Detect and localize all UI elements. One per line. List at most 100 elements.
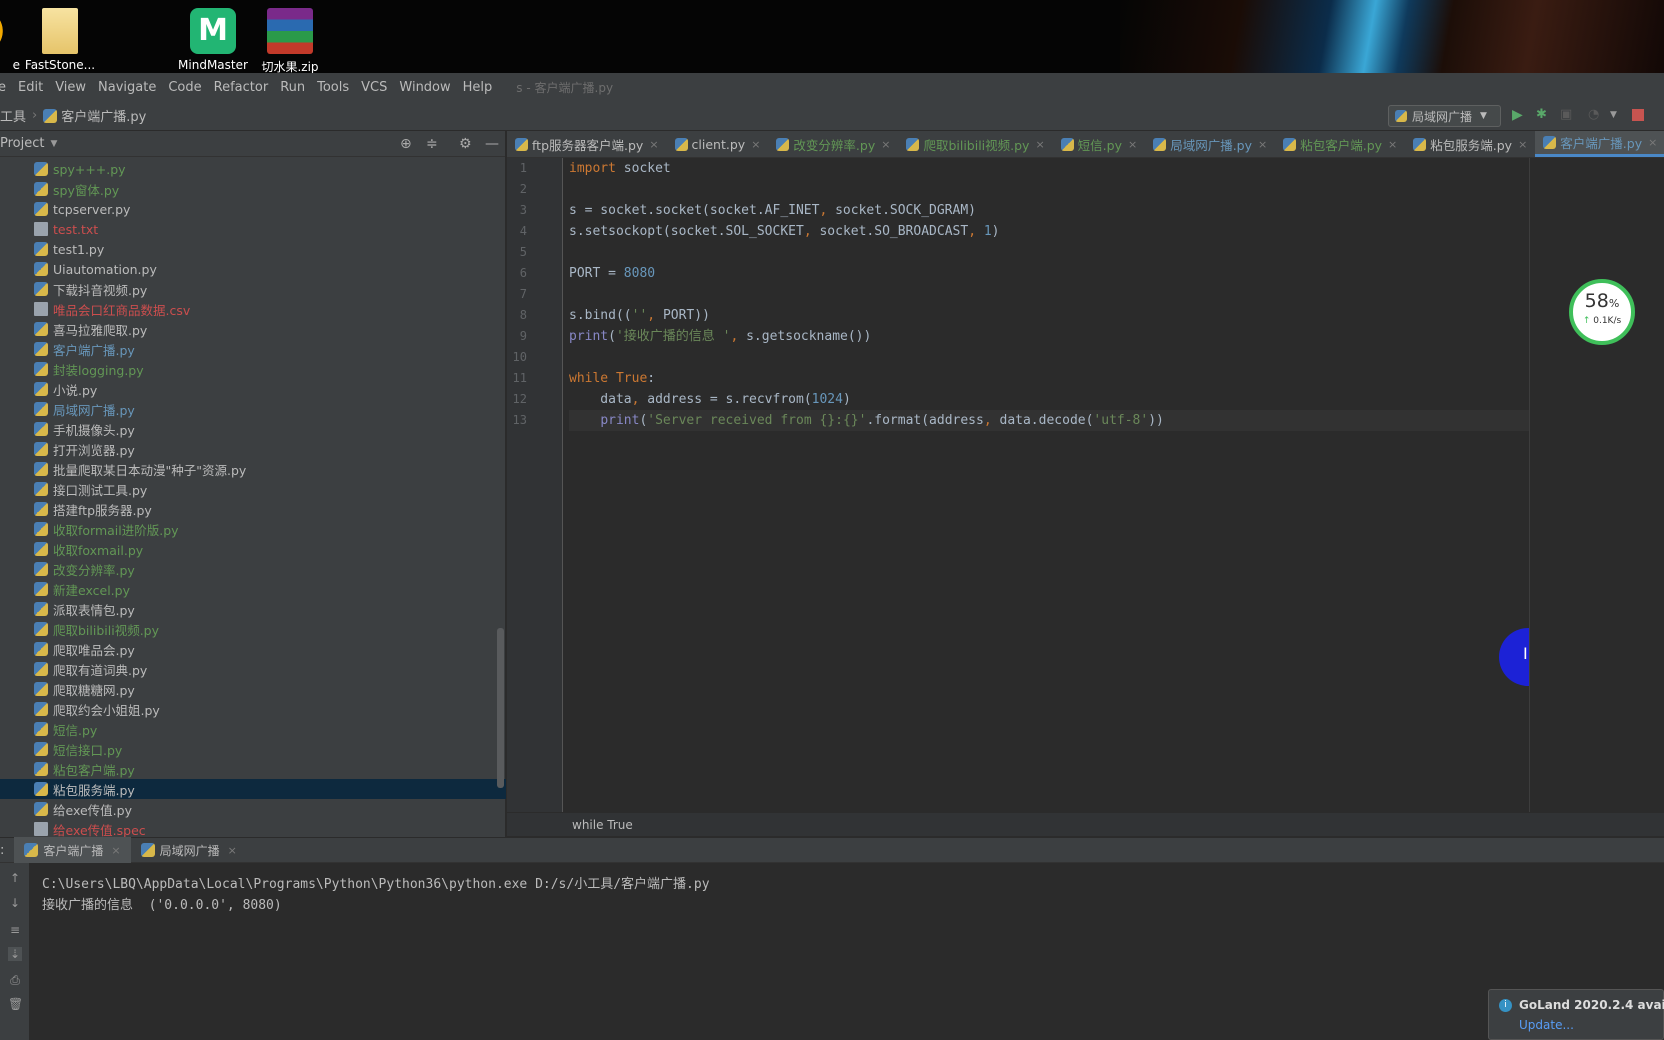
file-tree-item[interactable]: 打开浏览器.py bbox=[0, 439, 506, 459]
file-tree-item[interactable]: 爬取约会小姐姐.py bbox=[0, 699, 506, 719]
file-tree-item[interactable]: 客户端广播.py bbox=[0, 339, 506, 359]
file-tree-item[interactable]: 改变分辨率.py bbox=[0, 559, 506, 579]
breadcrumb-file[interactable]: 客户端广播.py bbox=[61, 106, 146, 125]
file-tree-item[interactable]: 爬取糖糖网.py bbox=[0, 679, 506, 699]
close-icon[interactable]: × bbox=[751, 138, 760, 151]
editor-tab[interactable]: 局域网广播.py × bbox=[1145, 131, 1275, 157]
file-tree-item[interactable]: 给exe传值.spec bbox=[0, 819, 506, 839]
more-run-options-icon[interactable]: ▼ bbox=[1610, 110, 1626, 126]
file-tree-item[interactable]: 新建excel.py bbox=[0, 579, 506, 599]
file-tree-item[interactable]: 粘包服务端.py bbox=[0, 779, 506, 799]
close-icon[interactable]: × bbox=[1648, 136, 1657, 149]
file-tree-item-label: 搭建ftp服务器.py bbox=[53, 502, 152, 518]
file-tree-item-label: test1.py bbox=[53, 241, 105, 257]
editor-tab[interactable]: 短信.py × bbox=[1053, 131, 1146, 157]
file-tree-item[interactable]: test.txt bbox=[0, 219, 506, 239]
editor-tab[interactable]: 改变分辨率.py × bbox=[768, 131, 898, 157]
scroll-to-end-icon[interactable]: ⇣ bbox=[8, 947, 22, 961]
editor-tab[interactable]: 粘包服务端.py × bbox=[1405, 131, 1535, 157]
file-tree-item[interactable]: test1.py bbox=[0, 239, 506, 259]
code-editor[interactable]: import socket s = socket.socket(socket.AF… bbox=[569, 158, 1664, 812]
run-configuration-select[interactable]: 局域网广播 ▼ bbox=[1388, 105, 1501, 127]
close-icon[interactable]: × bbox=[649, 138, 658, 151]
stop-icon[interactable] bbox=[1632, 109, 1644, 121]
file-tree-item[interactable]: 短信.py bbox=[0, 719, 506, 739]
debug-icon[interactable]: ✱ bbox=[1536, 107, 1552, 123]
file-tree-item[interactable]: 喜马拉雅爬取.py bbox=[0, 319, 506, 339]
file-tree-item[interactable]: spy+++.py bbox=[0, 159, 506, 179]
network-speed-widget[interactable]: 58% ↑ 0.1K/s bbox=[1569, 279, 1635, 345]
collapse-all-icon[interactable]: ≑ bbox=[426, 136, 438, 152]
file-tree-item[interactable]: 手机摄像头.py bbox=[0, 419, 506, 439]
menu-view[interactable]: View bbox=[49, 80, 92, 95]
print-icon[interactable]: ⎙ bbox=[8, 973, 22, 987]
profile-icon[interactable]: ◔ bbox=[1588, 107, 1604, 123]
menu-tools[interactable]: Tools bbox=[311, 80, 355, 95]
trash-icon[interactable]: 🗑 bbox=[8, 997, 23, 1011]
editor-tab[interactable]: client.py × bbox=[667, 131, 769, 157]
run-console[interactable]: C:\Users\LBQ\AppData\Local\Programs\Pyth… bbox=[30, 863, 1664, 1040]
menu-edit[interactable]: Edit bbox=[12, 80, 49, 95]
close-icon[interactable]: × bbox=[1388, 138, 1397, 151]
menu-file-fragment[interactable]: e bbox=[0, 80, 12, 95]
file-tree-item[interactable]: 批量爬取某日本动漫"种子"资源.py bbox=[0, 459, 506, 479]
file-tree-item[interactable]: 收取formail进阶版.py bbox=[0, 519, 506, 539]
close-icon[interactable]: × bbox=[1035, 138, 1044, 151]
editor-tab[interactable]: 客户端广播.py × bbox=[1535, 131, 1664, 157]
file-tree-item[interactable]: 派取表情包.py bbox=[0, 599, 506, 619]
locate-target-icon[interactable]: ⊕ bbox=[400, 136, 412, 152]
hide-panel-icon[interactable]: — bbox=[485, 136, 499, 152]
run-tab-client-broadcast[interactable]: 客户端广播 × bbox=[14, 837, 131, 863]
update-notification[interactable]: i GoLand 2020.2.4 availab Update... bbox=[1488, 989, 1664, 1040]
file-tree-item[interactable]: 搭建ftp服务器.py bbox=[0, 499, 506, 519]
file-tree-item[interactable]: 短信接口.py bbox=[0, 739, 506, 759]
menu-window[interactable]: Window bbox=[393, 80, 456, 95]
file-tree-item[interactable]: Uiautomation.py bbox=[0, 259, 506, 279]
editor-tab[interactable]: 粘包客户端.py × bbox=[1275, 131, 1405, 157]
run-tab-lan-broadcast[interactable]: 局域网广播 × bbox=[131, 837, 247, 863]
editor-tab[interactable]: 爬取bilibili视频.py × bbox=[898, 131, 1052, 157]
coverage-icon[interactable]: ▣ bbox=[1560, 107, 1576, 123]
close-icon[interactable]: × bbox=[881, 138, 890, 151]
file-tree-item[interactable]: 唯品会口红商品数据.csv bbox=[0, 299, 506, 319]
file-tree-item[interactable]: 封装logging.py bbox=[0, 359, 506, 379]
line-number: 1 bbox=[519, 161, 527, 175]
soft-wrap-icon[interactable]: ≡ bbox=[8, 923, 22, 937]
menu-help[interactable]: Help bbox=[457, 80, 499, 95]
file-tree-item[interactable]: 收取foxmail.py bbox=[0, 539, 506, 559]
close-icon[interactable]: × bbox=[1258, 138, 1267, 151]
close-icon[interactable]: × bbox=[228, 844, 237, 857]
project-panel-title[interactable]: Project bbox=[0, 136, 44, 151]
file-tree-item[interactable]: tcpserver.py bbox=[0, 199, 506, 219]
close-icon[interactable]: × bbox=[111, 844, 120, 857]
scroll-up-icon[interactable]: ↑ bbox=[8, 871, 22, 885]
editor-tab[interactable]: ftp服务器客户端.py × bbox=[507, 131, 667, 157]
gear-icon[interactable]: ⚙ bbox=[459, 136, 472, 152]
file-tree-item[interactable]: 给exe传值.py bbox=[0, 799, 506, 819]
breadcrumb-root[interactable]: 工具 bbox=[0, 106, 26, 125]
file-tree-item[interactable]: 小说.py bbox=[0, 379, 506, 399]
file-tree-item[interactable]: 下载抖音视频.py bbox=[0, 279, 506, 299]
menu-navigate[interactable]: Navigate bbox=[92, 80, 162, 95]
context-breadcrumb-label[interactable]: while True bbox=[572, 818, 633, 832]
file-tree-item[interactable]: 局域网广播.py bbox=[0, 399, 506, 419]
file-tree-item[interactable]: 爬取bilibili视频.py bbox=[0, 619, 506, 639]
file-tree-item[interactable]: spy窗体.py bbox=[0, 179, 506, 199]
desktop-icon-faststone[interactable]: FastStone... bbox=[10, 8, 110, 72]
project-scrollbar[interactable] bbox=[497, 628, 504, 788]
menu-code[interactable]: Code bbox=[162, 80, 207, 95]
run-icon[interactable]: ▶ bbox=[1512, 107, 1528, 123]
file-tree-item[interactable]: 爬取唯品会.py bbox=[0, 639, 506, 659]
close-icon[interactable]: × bbox=[1128, 138, 1137, 151]
file-tree-item[interactable]: 爬取有道词典.py bbox=[0, 659, 506, 679]
file-tree-item[interactable]: 粘包客户端.py bbox=[0, 759, 506, 779]
scroll-down-icon[interactable]: ↓ bbox=[8, 896, 22, 910]
menu-refactor[interactable]: Refactor bbox=[208, 80, 275, 95]
menu-run[interactable]: Run bbox=[274, 80, 311, 95]
notification-update-link[interactable]: Update... bbox=[1519, 1018, 1574, 1032]
chevron-down-icon[interactable]: ▼ bbox=[50, 139, 57, 149]
file-tree-item[interactable]: 接口测试工具.py bbox=[0, 479, 506, 499]
desktop-icon-zip[interactable]: 切水果.zip bbox=[240, 8, 340, 73]
close-icon[interactable]: × bbox=[1518, 138, 1527, 151]
menu-vcs[interactable]: VCS bbox=[355, 80, 393, 95]
